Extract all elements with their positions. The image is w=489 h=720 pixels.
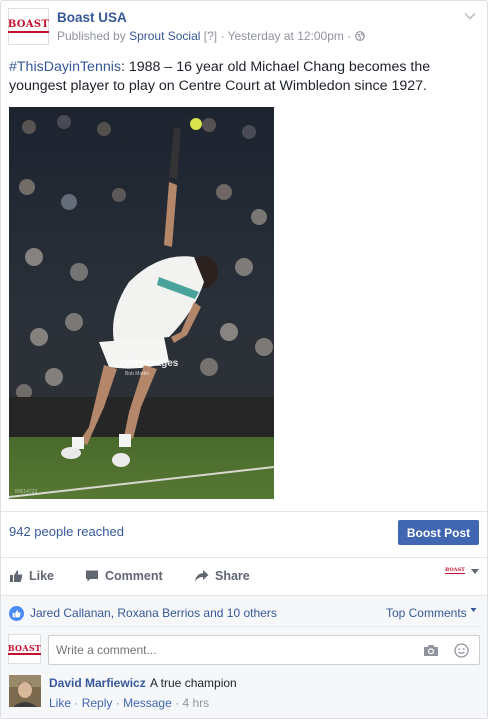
like-label: Like — [29, 569, 55, 583]
globe-icon — [354, 31, 365, 41]
comment-author-avatar[interactable] — [9, 675, 41, 707]
post-photo[interactable]: gettyimages Bob Martin 80614723 — [9, 107, 274, 499]
divider — [1, 557, 487, 558]
action-separator: · — [74, 696, 79, 710]
post-as-selector[interactable]: BOAST — [445, 567, 480, 575]
meta-separator: · — [220, 29, 225, 43]
like-reaction-icon — [9, 606, 24, 621]
action-separator: · — [175, 696, 180, 710]
likers-link[interactable]: Jared Callanan, Roxana Berrios and 10 ot… — [30, 606, 277, 620]
commenter-avatar: BOAST — [7, 634, 42, 664]
caret-down-icon — [470, 608, 477, 612]
page-name-link[interactable]: Boast USA — [57, 10, 127, 25]
help-marker[interactable]: [?] — [204, 29, 217, 43]
hashtag-link[interactable]: #ThisDayinTennis — [9, 59, 121, 75]
comment-label: Comment — [105, 569, 163, 583]
divider — [9, 626, 481, 627]
post-timestamp[interactable]: Yesterday at 12:00pm — [228, 29, 344, 43]
commenter-logo-text: BOAST — [7, 642, 42, 655]
comment-input[interactable] — [48, 635, 480, 665]
share-label: Share — [215, 569, 250, 583]
comment-sort-dropdown[interactable]: Top Comments — [386, 606, 477, 620]
share-button[interactable]: Share — [194, 567, 250, 585]
tennis-player-photo — [9, 107, 274, 499]
page-logo-text: BOAST — [7, 20, 50, 33]
photo-id: 80614723 — [15, 489, 38, 495]
boost-post-button[interactable]: Boost Post — [398, 520, 479, 545]
post-meta: Published by Sprout Social [?] · Yesterd… — [57, 29, 365, 43]
page-mini-logo: BOAST — [445, 567, 465, 574]
comment-author-link[interactable]: David Marfiewicz — [49, 676, 146, 690]
published-prefix: Published by — [57, 29, 126, 43]
post-message: #ThisDayinTennis: 1988 – 16 year old Mic… — [9, 58, 479, 96]
caret-down-icon — [470, 569, 479, 574]
getty-watermark: gettyimages — [120, 358, 179, 369]
comment-actions: Like · Reply · Message · 4 hrs — [49, 696, 209, 710]
comment-button[interactable]: Comment — [85, 567, 163, 585]
comment-message-link[interactable]: Message — [123, 696, 172, 710]
like-button[interactable]: Like — [9, 567, 54, 585]
divider — [1, 511, 487, 512]
comment-sort-label: Top Comments — [385, 606, 467, 620]
page-avatar[interactable]: BOAST — [7, 8, 50, 45]
emoji-icon[interactable] — [454, 643, 469, 658]
share-arrow-icon — [195, 570, 209, 582]
comment-like-link[interactable]: Like — [49, 696, 71, 710]
photo-credit: Bob Martin — [125, 371, 150, 377]
comment-text: A true champion — [150, 676, 237, 690]
post-card: BOAST Boast USA Published by Sprout Soci… — [0, 0, 488, 719]
divider — [1, 595, 487, 596]
camera-icon[interactable] — [423, 644, 439, 657]
comment-reply-link[interactable]: Reply — [82, 696, 113, 710]
thumbs-up-icon — [10, 570, 23, 582]
chevron-down-icon[interactable] — [463, 9, 477, 23]
meta-separator: · — [347, 29, 352, 43]
comment-icon — [86, 570, 98, 582]
publisher-link[interactable]: Sprout Social — [129, 29, 200, 43]
action-separator: · — [115, 696, 120, 710]
people-reached-link[interactable]: 942 people reached — [9, 524, 124, 539]
comment-timestamp[interactable]: 4 hrs — [182, 696, 209, 710]
